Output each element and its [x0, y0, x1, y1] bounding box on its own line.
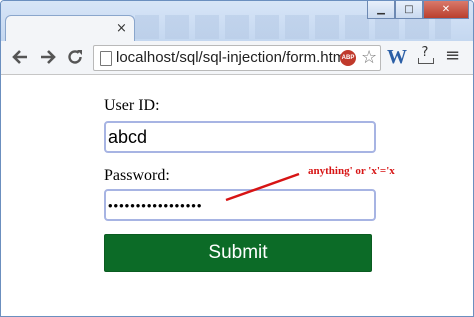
maximize-button[interactable]: □ — [395, 1, 423, 19]
forward-arrow-icon[interactable] — [37, 46, 59, 68]
address-bar[interactable]: localhost/sql/sql-injection/form.html AB… — [93, 45, 381, 71]
reload-icon[interactable] — [64, 46, 86, 68]
sql-injection-annotation: anything' or 'x'='x — [308, 165, 395, 177]
close-window-button[interactable]: ✕ — [423, 1, 469, 19]
tab-close-icon[interactable]: × — [116, 21, 127, 36]
page-icon — [100, 51, 112, 66]
adblock-icon[interactable]: ABP — [340, 50, 356, 66]
annotation-arrow — [225, 172, 300, 202]
bookmark-star-icon[interactable]: ☆ — [361, 47, 377, 68]
back-arrow-icon[interactable] — [9, 46, 31, 68]
url-text[interactable]: localhost/sql/sql-injection/form.html — [116, 49, 349, 66]
page-content: User ID: Password: Submit anything' or '… — [1, 75, 473, 316]
minimize-button[interactable]: ▁ — [367, 1, 395, 19]
browser-window: × ▁ □ ✕ localhost/sql/sql-injection/form… — [0, 0, 474, 317]
active-tab[interactable]: × — [5, 15, 135, 42]
title-bar: × ▁ □ ✕ — [1, 1, 473, 42]
menu-icon[interactable]: ≡ — [445, 45, 460, 66]
window-controls: ▁ □ ✕ — [367, 1, 469, 19]
browser-toolbar: localhost/sql/sql-injection/form.html AB… — [1, 41, 473, 75]
w-extension-icon[interactable]: W — [387, 46, 407, 69]
help-extension-icon[interactable]: ? — [415, 45, 435, 67]
